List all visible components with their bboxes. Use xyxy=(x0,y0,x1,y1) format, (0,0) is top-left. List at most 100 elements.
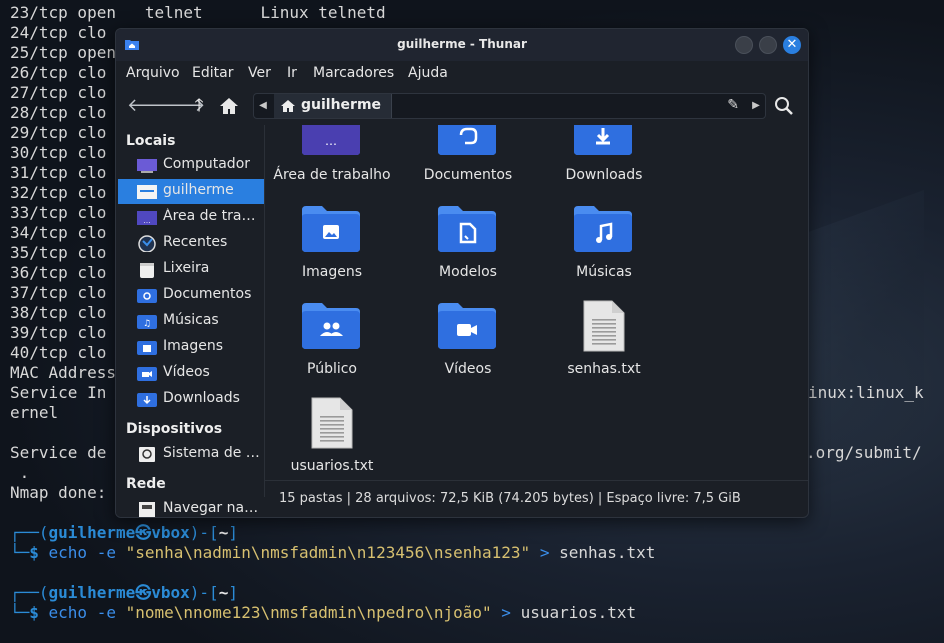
sidebar-item-label: Documentos xyxy=(163,286,252,302)
menu-ver[interactable]: Ver xyxy=(248,65,271,81)
terminal-line: 36/tcp clo xyxy=(10,263,107,282)
svg-text:…: … xyxy=(325,134,337,148)
file-label: Público xyxy=(307,361,357,377)
file-label: Imagens xyxy=(301,264,362,280)
desktop-folder-icon: … xyxy=(302,125,360,155)
public-folder-icon xyxy=(302,303,360,349)
svg-text:♫: ♫ xyxy=(143,319,151,329)
documents-folder-icon xyxy=(137,289,157,303)
terminal-line: 40/tcp clo xyxy=(10,343,107,362)
terminal-line: 23/tcp open telnet Linux telnetd xyxy=(10,3,386,22)
file-item[interactable]: Documentos xyxy=(400,125,536,187)
terminal-line: 28/tcp clo xyxy=(10,103,107,122)
terminal-line: 38/tcp clo xyxy=(10,303,107,322)
sidebar-item-home-folder[interactable]: guilherme xyxy=(118,179,264,204)
sidebar-item-downloads-folder[interactable]: Downloads xyxy=(118,387,264,412)
downloads-folder-icon xyxy=(574,125,632,155)
text-file-icon xyxy=(311,397,353,449)
terminal-line: Service de xyxy=(10,443,107,462)
sidebar-item-label: guilherme xyxy=(163,182,234,198)
sidebar-item-recent[interactable]: Recentes xyxy=(118,231,264,256)
menu-editar[interactable]: Editar xyxy=(192,65,233,81)
sidebar-item-label: Recentes xyxy=(163,234,228,250)
terminal-line: 34/tcp clo xyxy=(10,223,107,242)
terminal-line: ernel xyxy=(10,403,59,422)
terminal-line: 37/tcp clo xyxy=(10,283,107,302)
maximize-button[interactable] xyxy=(759,36,777,54)
file-item[interactable]: senhas.txt xyxy=(536,291,672,381)
sidebar-item-label: Downloads xyxy=(163,390,240,406)
terminal-line: 30/tcp clo xyxy=(10,143,107,162)
templates-folder-icon xyxy=(438,206,496,252)
computer-icon xyxy=(137,159,157,173)
terminal-line: 31/tcp clo xyxy=(10,163,107,182)
up-arrow-icon[interactable]: 🡑 xyxy=(188,95,210,117)
sidebar-item-label: Músicas xyxy=(163,312,219,328)
downloads-folder-icon xyxy=(137,393,157,407)
file-item[interactable]: Vídeos xyxy=(400,291,536,381)
title-bar[interactable]: guilherme - Thunar ✕ xyxy=(116,29,808,61)
file-label: Músicas xyxy=(576,264,632,280)
music-folder-icon xyxy=(574,206,632,252)
terminal-line: 24/tcp clo xyxy=(10,23,107,42)
command-line: └─$ echo -e "senha\nadmin\nmsfadmin\n123… xyxy=(10,543,656,562)
search-icon[interactable] xyxy=(773,95,795,117)
sidebar-item-trash[interactable]: Lixeira xyxy=(118,257,264,282)
menu-ajuda[interactable]: Ajuda xyxy=(408,65,448,81)
file-label: senhas.txt xyxy=(567,361,641,377)
breadcrumb-home[interactable]: guilherme xyxy=(274,94,392,118)
terminal-line: 27/tcp clo xyxy=(10,83,107,102)
videos-folder-icon xyxy=(438,303,496,349)
sidebar-item-pictures-folder[interactable]: Imagens xyxy=(118,335,264,360)
sidebar-item-network[interactable]: Navegar na rede xyxy=(118,497,264,517)
close-button[interactable]: ✕ xyxy=(783,36,801,54)
terminal-line: 32/tcp clo xyxy=(10,183,107,202)
menu-bar: Arquivo Editar Ver Ir Marcadores Ajuda xyxy=(116,61,808,87)
sidebar-item-label: Computador xyxy=(163,156,251,172)
terminal-line: Nmap done: xyxy=(10,483,107,502)
sidebar-item-videos-folder[interactable]: Vídeos xyxy=(118,361,264,386)
file-item[interactable]: … Área de trabalho xyxy=(265,125,400,187)
back-arrow-icon[interactable]: 🡐 xyxy=(127,95,175,117)
file-view[interactable]: … Área de trabalho Documentos Downloads Imag… xyxy=(265,125,808,495)
path-right-arrow-icon[interactable]: ▶ xyxy=(747,94,765,118)
path-left-arrow-icon[interactable]: ◀ xyxy=(254,94,272,118)
terminal-line: 25/tcp open xyxy=(10,43,116,62)
file-item[interactable]: Público xyxy=(265,291,400,381)
status-bar: 15 pastas | 28 arquivos: 72,5 KiB (74.20… xyxy=(265,480,808,517)
terminal-line: 33/tcp clo xyxy=(10,203,107,222)
edit-path-icon[interactable]: ✎ xyxy=(727,97,739,113)
sidebar-item-desktop[interactable]: … Área de trabalho xyxy=(118,205,264,230)
forward-arrow-icon[interactable]: 🡒 xyxy=(157,95,205,117)
file-item[interactable]: Downloads xyxy=(536,125,672,187)
path-bar[interactable]: ◀ guilherme ✎ ▶ xyxy=(253,93,766,119)
terminal-fragment: inux:linux_k xyxy=(808,383,924,402)
file-label: Downloads xyxy=(565,167,643,183)
desktop-icon: … xyxy=(137,211,157,225)
sidebar-item-music-folder[interactable]: ♫ Músicas xyxy=(118,309,264,334)
trash-icon xyxy=(140,263,154,278)
terminal-fragment: .org/submit/ xyxy=(806,443,922,462)
file-item[interactable]: usuarios.txt xyxy=(265,388,400,478)
thunar-window[interactable]: guilherme - Thunar ✕ Arquivo Editar Ver … xyxy=(115,28,809,518)
menu-ir[interactable]: Ir xyxy=(287,65,297,81)
sidebar-item-label: Lixeira xyxy=(163,260,210,276)
home-folder-icon xyxy=(137,185,157,199)
toolbar: 🡐 🡒 🡑 ◀ guilherme ✎ ▶ xyxy=(116,89,808,123)
prompt-line: ┌──(guilherme㉿vbox)-[~] xyxy=(10,583,238,602)
menu-arquivo[interactable]: Arquivo xyxy=(126,65,180,81)
sidebar-item-documents-folder[interactable]: Documentos xyxy=(118,283,264,308)
home-icon xyxy=(281,100,295,112)
sidebar-item-computer[interactable]: Computador xyxy=(118,153,264,178)
sidebar-item-label: Vídeos xyxy=(163,364,210,380)
minimize-button[interactable] xyxy=(735,36,753,54)
file-item[interactable]: Modelos xyxy=(400,194,536,284)
terminal-line: 39/tcp clo xyxy=(10,323,107,342)
file-label: usuarios.txt xyxy=(290,458,374,474)
pictures-folder-icon xyxy=(137,341,157,355)
sidebar-item-filesystem[interactable]: Sistema de arquivos xyxy=(118,442,264,467)
file-item[interactable]: Músicas xyxy=(536,194,672,284)
menu-marcadores[interactable]: Marcadores xyxy=(313,65,394,81)
home-icon[interactable] xyxy=(218,95,240,117)
file-item[interactable]: Imagens xyxy=(265,194,400,284)
